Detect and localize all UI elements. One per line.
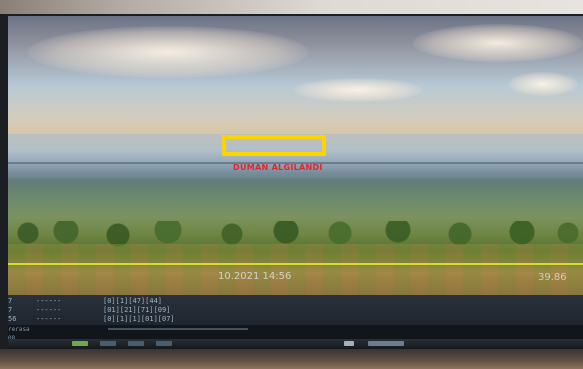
- taskbar-icon-f[interactable]: [368, 341, 404, 346]
- camera-view: DUMAN ALGILANDI 10.2021 14:56 39.86: [8, 16, 583, 295]
- cloud: [508, 72, 578, 96]
- status-text-1: rerasa: [8, 326, 30, 333]
- shrub-field: [8, 244, 583, 295]
- taskbar-icon-b[interactable]: [100, 341, 116, 346]
- log-row-3-left: 56: [8, 315, 17, 323]
- cloud: [28, 26, 308, 78]
- timeline-line: [8, 263, 583, 265]
- detection-label: DUMAN ALGILANDI: [233, 163, 323, 172]
- progress-track: [108, 328, 248, 330]
- timestamp: 10.2021 14:56: [218, 271, 292, 282]
- log-row-1-left: 7: [8, 297, 13, 305]
- top-monitor-strip: [0, 0, 583, 14]
- cloud: [293, 78, 423, 102]
- cloud: [413, 24, 583, 62]
- bottom-bezel: [0, 349, 583, 369]
- log-row-2-left: 7: [8, 306, 13, 314]
- taskbar-icon-d[interactable]: [156, 341, 172, 346]
- log-row-3-dashes: ------: [36, 315, 62, 323]
- log-row-2-dashes: ------: [36, 306, 62, 314]
- log-row-1-code: [0][1][47][44]: [103, 297, 163, 305]
- taskbar-icon-c[interactable]: [128, 341, 144, 346]
- detection-box[interactable]: [222, 135, 326, 156]
- log-row-3-code: [0][1][1][01][07]: [103, 315, 175, 323]
- taskbar-icon-a[interactable]: [72, 341, 88, 346]
- log-panel: 7 ------ [0][1][47][44] 7 ------ [01][21…: [8, 295, 583, 325]
- taskbar: [8, 339, 583, 349]
- log-row-1-dashes: ------: [36, 297, 62, 305]
- log-row-2-code: [01][21][71][09]: [103, 306, 171, 314]
- taskbar-icon-e[interactable]: [344, 341, 354, 346]
- right-value: 39.86: [538, 272, 567, 283]
